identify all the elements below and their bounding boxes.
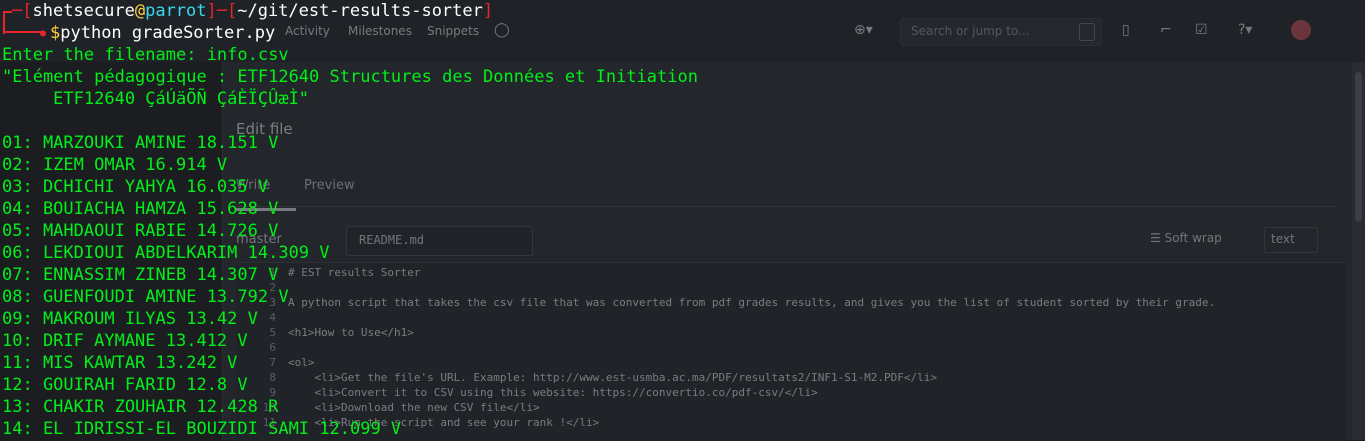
- result-line: 11: MIS KAWTAR 13.242 V: [2, 353, 238, 373]
- result-line: 01: MARZOUKI AMINE 18.151 V: [2, 133, 279, 153]
- result-line: 14: EL IDRISSI-EL BOUZIDI SAMI 12.099 V: [2, 419, 402, 439]
- prompt-arrow-line: [3, 31, 45, 33]
- prompt-at: @: [134, 1, 146, 21]
- prompt-path: ~/git/est-results-sorter: [237, 1, 483, 21]
- input-prompt: Enter the filename: info.csv: [2, 45, 289, 65]
- result-line: 12: GOUIRAH FARID 12.8 V: [2, 375, 248, 395]
- course-header-line2: ETF12640 ÇáÚäÕÑ ÇáÈÏÇÛæÌ": [2, 89, 310, 109]
- course-header-line1: "Elément pédagogique : ETF12640 Structur…: [2, 67, 698, 87]
- result-line: 08: GUENFOUDI AMINE 13.792 V: [2, 287, 289, 307]
- prompt-line-1: ─[shetsecure@parrot]─[~/git/est-results-…: [12, 1, 494, 21]
- prompt-arrow-icon: ●: [40, 28, 47, 39]
- result-line: 05: MAHDAOUI RABIE 14.726 V: [2, 221, 279, 241]
- result-line: 10: DRIF AYMANE 13.412 V: [2, 331, 248, 351]
- result-line: 03: DCHICHI YAHYA 16.035 V: [2, 177, 269, 197]
- result-line: 09: MAKROUM ILYAS 13.42 V: [2, 309, 258, 329]
- prompt-dollar: $: [50, 23, 61, 43]
- result-line: 06: LEKDIOUI ABDELKARIM 14.309 V: [2, 243, 330, 263]
- result-line: 13: CHAKIR ZOUHAIR 12.428 R: [2, 397, 279, 417]
- prompt-line-2: $python gradeSorter.py: [50, 22, 275, 44]
- terminal-window[interactable]: ● ─[shetsecure@parrot]─[~/git/est-result…: [0, 0, 1365, 440]
- result-line: 02: IZEM OMAR 16.914 V: [2, 155, 228, 175]
- prompt-user: shetsecure: [32, 1, 135, 21]
- prompt-host: parrot: [145, 1, 207, 21]
- prompt-command: python gradeSorter.py: [60, 23, 276, 43]
- result-line: 04: BOUIACHA HAMZA 15.628 V: [2, 199, 279, 219]
- result-line: 07: ENNASSIM ZINEB 14.307 V: [2, 265, 279, 285]
